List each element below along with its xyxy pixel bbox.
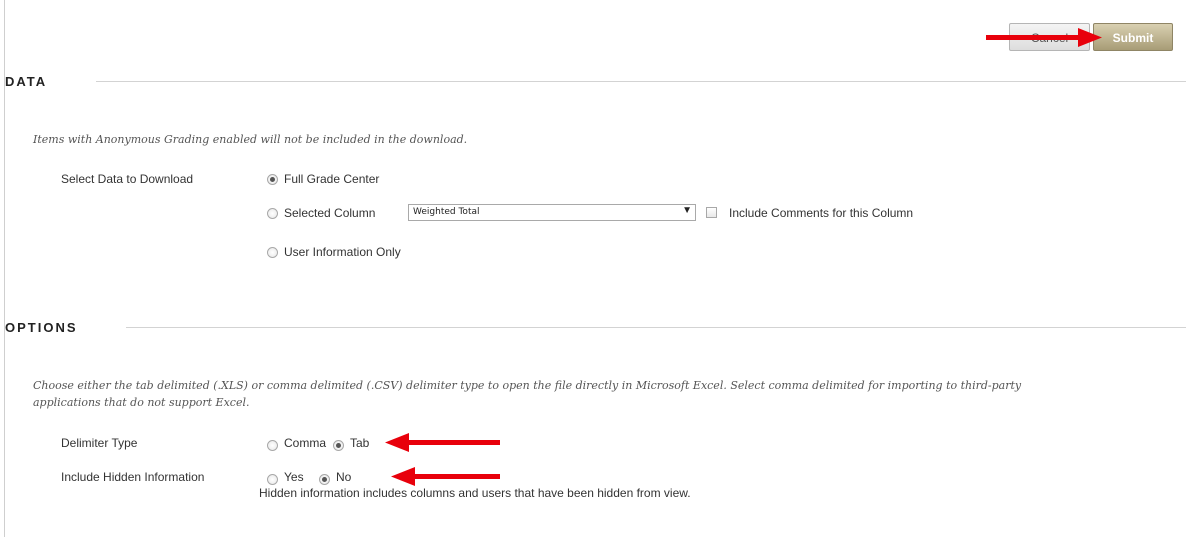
hidden-yes-radio[interactable]: [267, 474, 278, 485]
data-instructions: Items with Anonymous Grading enabled wil…: [33, 133, 468, 146]
hidden-no-label: No: [336, 470, 352, 484]
dropdown-arrow-icon: ▼: [682, 205, 692, 216]
delimiter-comma-radio[interactable]: [267, 440, 278, 451]
hidden-no-radio[interactable]: [319, 474, 330, 485]
hidden-yes-label: Yes: [284, 470, 304, 484]
include-comments-label: Include Comments for this Column: [729, 206, 914, 220]
hidden-help-text: Hidden information includes columns and …: [259, 486, 691, 500]
select-data-label: Select Data to Download: [61, 172, 194, 186]
user-information-only-label: User Information Only: [284, 245, 401, 259]
options-instructions-line1: Choose either the tab delimited (.XLS) o…: [33, 379, 1022, 392]
submit-button[interactable]: Submit: [1093, 23, 1173, 51]
include-comments-checkbox[interactable]: [706, 207, 717, 218]
submit-annotation-arrow: [986, 28, 1102, 47]
delimiter-type-label: Delimiter Type: [61, 436, 138, 450]
no-annotation-arrow: [391, 467, 500, 486]
full-grade-center-radio[interactable]: [267, 174, 278, 185]
delimiter-tab-label: Tab: [350, 436, 370, 450]
include-hidden-label: Include Hidden Information: [61, 470, 205, 484]
tab-annotation-arrow: [385, 433, 500, 452]
download-grades-page: Cancel Submit DATA Items with Anonymous …: [0, 0, 1186, 537]
options-instructions-line2: applications that do not support Excel.: [33, 396, 250, 409]
options-section-title: OPTIONS: [5, 320, 78, 335]
user-information-only-radio[interactable]: [267, 247, 278, 258]
full-grade-center-label: Full Grade Center: [284, 172, 380, 186]
column-select-value: Weighted Total: [413, 207, 480, 217]
data-section-title: DATA: [5, 74, 48, 89]
selected-column-label: Selected Column: [284, 206, 376, 220]
delimiter-tab-radio[interactable]: [333, 440, 344, 451]
delimiter-comma-label: Comma: [284, 436, 327, 450]
selected-column-radio[interactable]: [267, 208, 278, 219]
data-section-rule: [96, 81, 1186, 82]
options-section-rule: [126, 327, 1186, 328]
column-select[interactable]: Weighted Total ▼: [408, 204, 696, 221]
